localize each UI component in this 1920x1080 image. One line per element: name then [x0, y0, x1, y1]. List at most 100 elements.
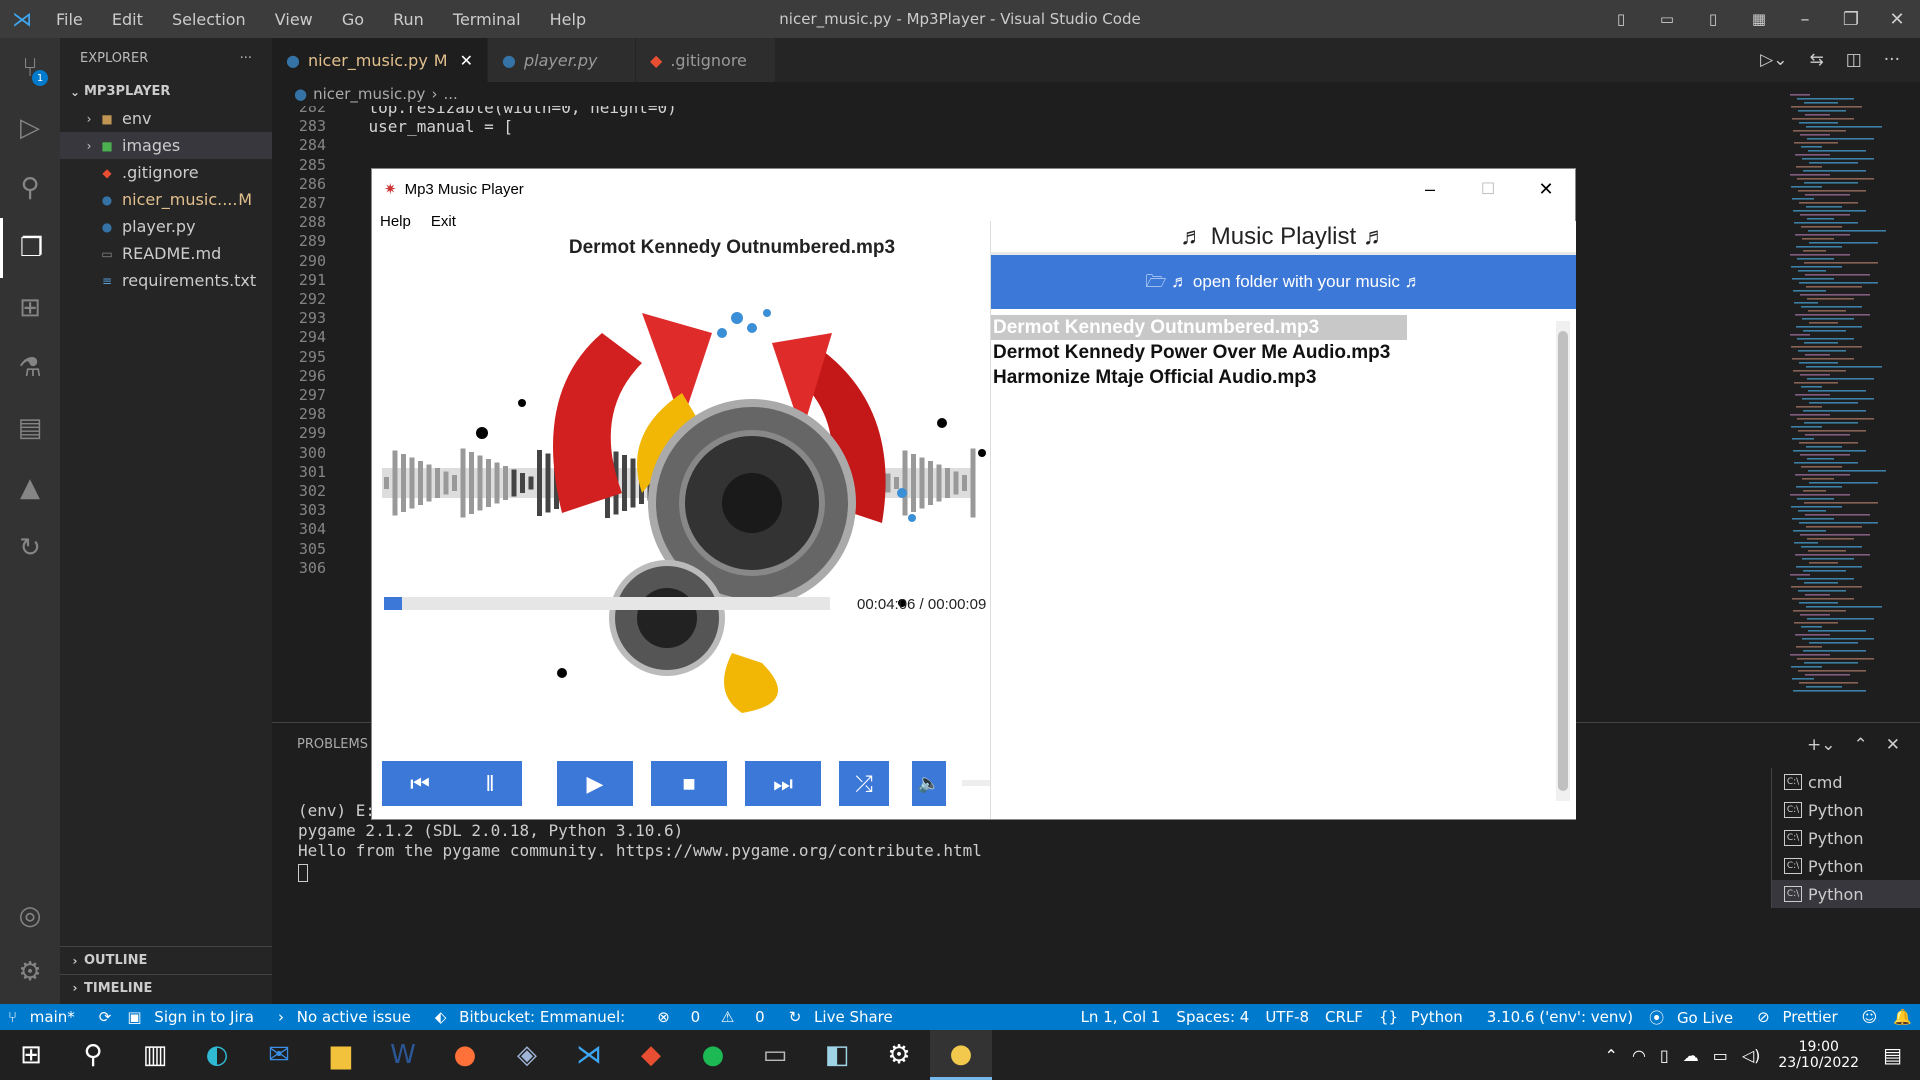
terminal-item[interactable]: C:\ Python [1772, 852, 1920, 880]
search-icon[interactable]: ⚲ [0, 158, 60, 218]
run-file-icon[interactable]: ▷⌄ [1760, 50, 1787, 70]
breadcrumb-symbol[interactable]: ... [443, 85, 457, 103]
tree-item-player[interactable]: ● player.py [60, 213, 272, 240]
app-icon[interactable]: ▭ [744, 1030, 806, 1080]
jira-issue[interactable]: › No active issue [278, 1008, 419, 1026]
branch-indicator[interactable]: ⑂ main* [8, 1008, 83, 1026]
maximize-icon[interactable]: ❐ [1828, 0, 1874, 38]
playlist-scrollbar[interactable] [1556, 321, 1570, 801]
problems-status[interactable]: ⊗ 0 ⚠ 0 [649, 1008, 772, 1026]
layout-secondary-icon[interactable]: ▯ [1690, 0, 1736, 38]
menu-help[interactable]: Help [550, 10, 586, 29]
new-terminal-icon[interactable]: +⌄ [1807, 735, 1836, 755]
menu-view[interactable]: View [275, 10, 313, 29]
python-app-icon[interactable]: ● [930, 1030, 992, 1080]
settings-gear-icon[interactable]: ⚙ [0, 942, 60, 1002]
word-icon[interactable]: W [372, 1030, 434, 1080]
battery-icon[interactable]: ▭ [1713, 1046, 1728, 1065]
file-explorer-icon[interactable]: ▆ [310, 1030, 372, 1080]
git-icon[interactable]: ◆ [620, 1030, 682, 1080]
start-icon[interactable]: ⊞ [0, 1030, 62, 1080]
menu-exit[interactable]: Exit [431, 213, 456, 230]
menu-go[interactable]: Go [342, 10, 364, 29]
run-debug-icon[interactable]: ▷ [0, 98, 60, 158]
encoding[interactable]: UTF-8 [1265, 1008, 1309, 1026]
app-icon[interactable]: ◧ [806, 1030, 868, 1080]
settings-gear-icon[interactable]: ⚙ [868, 1030, 930, 1080]
feedback-icon[interactable]: ☺ [1862, 1008, 1878, 1026]
list-item[interactable]: Dermot Kennedy Power Over Me Audio.mp3 [991, 340, 1407, 365]
outline-section[interactable]: › OUTLINE [60, 947, 272, 974]
previous-button[interactable]: ⏮ [382, 761, 458, 806]
menu-edit[interactable]: Edit [112, 10, 143, 29]
more-actions-icon[interactable]: ··· [240, 51, 252, 66]
breadcrumb-file[interactable]: nicer_music.py [313, 85, 425, 103]
close-icon[interactable]: ✕ [1874, 0, 1920, 38]
pause-button[interactable]: ‖ [458, 761, 522, 806]
phone-icon[interactable]: ▯ [1660, 1046, 1669, 1065]
onedrive-icon[interactable]: ☁ [1683, 1046, 1699, 1065]
atlassian-icon[interactable]: ▲ [0, 458, 60, 518]
search-icon[interactable]: ⚲ [62, 1030, 124, 1080]
maximize-panel-icon[interactable]: ⌃ [1854, 735, 1868, 755]
notification-center-icon[interactable]: ▤ [1883, 1043, 1902, 1067]
go-live[interactable]: ⦿ Go Live [1649, 1007, 1741, 1028]
interpreter[interactable]: 3.10.6 ('env': venv) [1487, 1008, 1633, 1026]
tab-player[interactable]: ● player.py [488, 38, 637, 82]
spotify-icon[interactable]: ● [682, 1030, 744, 1080]
menu-file[interactable]: File [56, 10, 83, 29]
bitbucket-status[interactable]: ⬖ Bitbucket: Emmanuel: [435, 1008, 633, 1026]
minimap[interactable] [1780, 90, 1900, 730]
shuffle-button[interactable]: ⤮ [839, 761, 889, 806]
terminal-item[interactable]: C:\ cmd [1772, 768, 1920, 796]
task-view-icon[interactable]: ▥ [124, 1030, 186, 1080]
compare-changes-icon[interactable]: ⇆ [1809, 50, 1823, 70]
tree-item-gitignore[interactable]: ◆ .gitignore [60, 159, 272, 186]
playlist-list[interactable]: Dermot Kennedy Outnumbered.mp3 Dermot Ke… [991, 315, 1407, 390]
mail-icon[interactable]: ✉ [248, 1030, 310, 1080]
indentation[interactable]: Spaces: 4 [1176, 1008, 1249, 1026]
tree-item-env[interactable]: › ■ env [60, 105, 272, 132]
line-ending[interactable]: CRLF [1325, 1008, 1363, 1026]
clock[interactable]: 19:00 23/10/2022 [1778, 1039, 1859, 1071]
minimize-icon[interactable]: – [1782, 0, 1828, 38]
source-control-icon[interactable]: ⑂ 1 [0, 38, 60, 98]
testing-icon[interactable]: ⚗ [0, 338, 60, 398]
tab-nicer-music[interactable]: ● nicer_music.py M ✕ [272, 38, 489, 82]
jira-signin[interactable]: ▣ Sign in to Jira [127, 1008, 262, 1026]
play-button[interactable]: ▶ [557, 761, 633, 806]
layout-sidebar-icon[interactable]: ▯ [1598, 0, 1644, 38]
notifications-icon[interactable]: 🔔 [1893, 1008, 1912, 1026]
stop-button[interactable]: ■ [651, 761, 727, 806]
more-actions-icon[interactable]: ··· [1884, 50, 1900, 70]
terminal-item[interactable]: C:\ Python [1772, 880, 1920, 908]
close-tab-icon[interactable]: ✕ [460, 51, 473, 70]
live-share-icon[interactable]: ↻ [0, 518, 60, 578]
project-root[interactable]: ⌄ MP3PLAYER [60, 78, 272, 105]
panel-tab-problems[interactable]: PROBLEMS [297, 737, 368, 752]
next-button[interactable]: ⏭ [745, 761, 821, 806]
tree-item-readme[interactable]: ▭ README.md [60, 240, 272, 267]
tree-item-requirements[interactable]: ≡ requirements.txt [60, 267, 272, 294]
scrollbar-thumb[interactable] [1558, 331, 1568, 791]
chevron-up-icon[interactable]: ⌃ [1605, 1046, 1618, 1065]
remote-explorer-icon[interactable]: ▤ [0, 398, 60, 458]
language-mode[interactable]: {} Python [1379, 1008, 1471, 1026]
menu-help[interactable]: Help [380, 213, 411, 230]
close-panel-icon[interactable]: ✕ [1886, 735, 1900, 755]
tree-item-nicer-music[interactable]: ● nicer_music.... M [60, 186, 272, 213]
menu-run[interactable]: Run [393, 10, 424, 29]
volume-icon[interactable]: ◁) [1742, 1046, 1761, 1065]
menu-selection[interactable]: Selection [172, 10, 246, 29]
list-item[interactable]: Dermot Kennedy Outnumbered.mp3 [991, 315, 1407, 340]
sync-icon[interactable]: ⟳ [99, 1008, 112, 1026]
split-editor-icon[interactable]: ◫ [1846, 50, 1862, 70]
edge-icon[interactable]: ◐ [186, 1030, 248, 1080]
open-folder-button[interactable]: 🗁 ♬ open folder with your music ♬ [991, 255, 1576, 309]
firefox-icon[interactable]: ● [434, 1030, 496, 1080]
tab-gitignore[interactable]: ◆ .gitignore [636, 38, 777, 82]
explorer-icon[interactable]: ❐ [0, 218, 60, 278]
menu-terminal[interactable]: Terminal [453, 10, 521, 29]
wifi-icon[interactable]: ◠ [1632, 1046, 1646, 1065]
volume-button[interactable]: 🔈 [912, 761, 946, 806]
